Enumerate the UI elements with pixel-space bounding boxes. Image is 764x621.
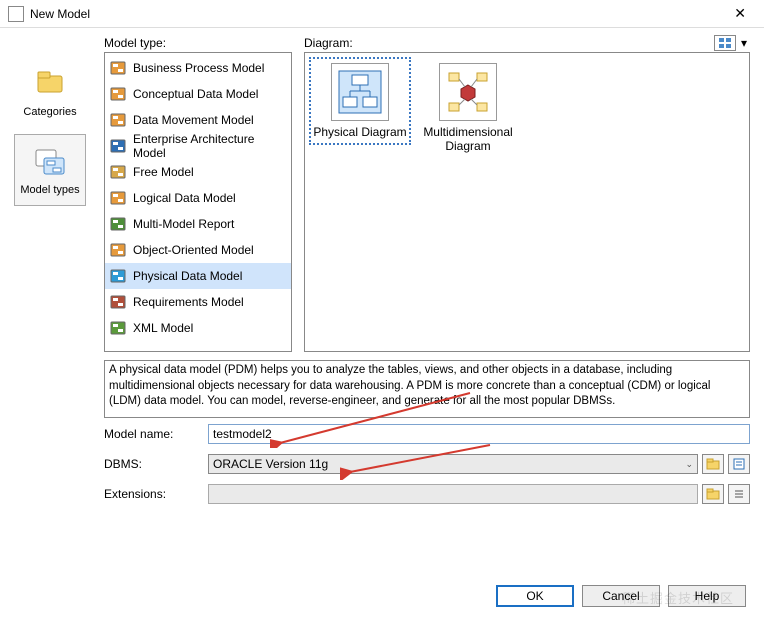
model-type-item[interactable]: Requirements Model xyxy=(105,289,291,315)
list-icon xyxy=(733,488,745,500)
model-type-label: Physical Data Model xyxy=(133,269,242,283)
model-type-item[interactable]: Data Movement Model xyxy=(105,107,291,133)
model-type-column: Model type: Business Process Model Concep… xyxy=(104,34,292,352)
properties-icon xyxy=(733,458,745,470)
model-type-label: Logical Data Model xyxy=(133,191,236,205)
model-type-label: Data Movement Model xyxy=(133,113,254,127)
nav-item-model-types[interactable]: Model types xyxy=(14,134,86,206)
model-icon xyxy=(109,163,127,181)
physical-diagram-icon xyxy=(331,63,389,121)
model-icon xyxy=(109,59,127,77)
label-dbms: DBMS: xyxy=(104,457,208,471)
model-type-label: XML Model xyxy=(133,321,193,335)
model-type-item[interactable]: XML Model xyxy=(105,315,291,341)
model-icon xyxy=(109,241,127,259)
titlebar: New Model ✕ xyxy=(0,0,764,28)
description-box: A physical data model (PDM) helps you to… xyxy=(104,360,750,418)
nav-label-model-types: Model types xyxy=(20,184,79,196)
diagram-item-physical[interactable]: Physical Diagram xyxy=(311,59,409,143)
model-type-label: Enterprise Architecture Model xyxy=(133,132,287,160)
model-icon xyxy=(109,293,127,311)
close-button[interactable]: ✕ xyxy=(724,5,756,22)
model-type-label: Multi-Model Report xyxy=(133,217,234,231)
model-type-label: Conceptual Data Model xyxy=(133,87,258,101)
multidimensional-diagram-icon xyxy=(439,63,497,121)
diagram-label-physical: Physical Diagram xyxy=(313,125,406,139)
ok-button[interactable]: OK xyxy=(496,585,574,607)
model-type-item[interactable]: Object-Oriented Model xyxy=(105,237,291,263)
window-title: New Model xyxy=(30,7,724,21)
model-icon xyxy=(109,267,127,285)
model-type-item[interactable]: Logical Data Model xyxy=(105,185,291,211)
model-type-label: Object-Oriented Model xyxy=(133,243,254,257)
extensions-browse-button[interactable] xyxy=(702,484,724,504)
help-button[interactable]: Help xyxy=(668,585,746,607)
input-extensions xyxy=(208,484,698,504)
view-dropdown-button[interactable]: ▾ xyxy=(738,35,750,51)
dbms-browse-button[interactable] xyxy=(702,454,724,474)
model-icon xyxy=(109,85,127,103)
model-types-icon xyxy=(32,144,68,180)
model-icon xyxy=(109,319,127,337)
row-model-name: Model name: xyxy=(104,424,750,444)
select-dbms-value: ORACLE Version 11g xyxy=(213,457,328,471)
left-nav: Categories Model types xyxy=(14,34,94,504)
model-icon xyxy=(109,137,127,155)
description-text: A physical data model (PDM) helps you to… xyxy=(109,364,710,407)
select-dbms[interactable]: ORACLE Version 11g ⌄ xyxy=(208,454,698,474)
extensions-list-button[interactable] xyxy=(728,484,750,504)
folder-open-icon xyxy=(706,458,720,470)
model-type-item[interactable]: Enterprise Architecture Model xyxy=(105,133,291,159)
input-model-name[interactable] xyxy=(208,424,750,444)
model-type-item[interactable]: Conceptual Data Model xyxy=(105,81,291,107)
dialog-buttons: OK Cancel Help xyxy=(496,585,746,607)
nav-item-categories[interactable]: Categories xyxy=(14,56,86,128)
model-type-label: Free Model xyxy=(133,165,194,179)
model-type-item[interactable]: Multi-Model Report xyxy=(105,211,291,237)
row-extensions: Extensions: xyxy=(104,484,750,504)
grid-icon xyxy=(719,38,731,48)
diagram-header: Diagram: xyxy=(304,34,712,52)
model-type-label: Business Process Model xyxy=(133,61,264,75)
app-icon xyxy=(8,6,24,22)
model-icon xyxy=(109,189,127,207)
cancel-button[interactable]: Cancel xyxy=(582,585,660,607)
model-type-label: Requirements Model xyxy=(133,295,244,309)
dbms-properties-button[interactable] xyxy=(728,454,750,474)
model-type-list[interactable]: Business Process Model Conceptual Data Mo… xyxy=(104,52,292,352)
label-extensions: Extensions: xyxy=(104,487,208,501)
diagram-pane: Physical Diagram xyxy=(304,52,750,352)
view-mode-button[interactable] xyxy=(714,35,736,51)
model-icon xyxy=(109,111,127,129)
row-dbms: DBMS: ORACLE Version 11g ⌄ xyxy=(104,454,750,474)
model-type-header: Model type: xyxy=(104,34,292,52)
chevron-down-icon: ⌄ xyxy=(685,459,693,470)
label-model-name: Model name: xyxy=(104,427,208,441)
diagram-label-multidimensional: Multidimensional Diagram xyxy=(419,125,517,153)
diagram-column: Diagram: ▾ xyxy=(304,34,750,352)
diagram-item-multidimensional[interactable]: Multidimensional Diagram xyxy=(419,59,517,157)
folder-icon xyxy=(32,66,68,102)
model-type-item[interactable]: Business Process Model xyxy=(105,55,291,81)
nav-label-categories: Categories xyxy=(23,106,76,118)
model-icon xyxy=(109,215,127,233)
model-type-item[interactable]: Free Model xyxy=(105,159,291,185)
model-type-item[interactable]: Physical Data Model xyxy=(105,263,291,289)
folder-open-icon xyxy=(706,488,720,500)
